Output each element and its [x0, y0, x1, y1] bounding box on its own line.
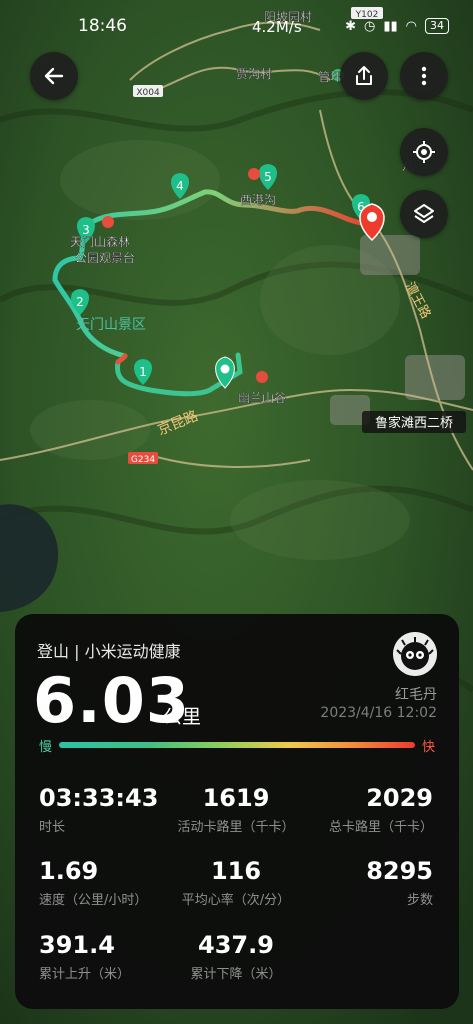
- road-badge-x004: X004: [133, 85, 163, 98]
- stat-ascent: 391.4 累计上升（米）: [39, 931, 131, 982]
- map-label-xigang: 西港沟: [240, 193, 276, 207]
- map-label-guanpo: 管坪: [318, 69, 342, 84]
- svg-text:鲁家滩西二桥: 鲁家滩西二桥: [375, 415, 453, 431]
- status-time: 18:46: [78, 16, 127, 36]
- layers-icon: [414, 204, 434, 223]
- stat-total-calories: 2029 总卡路里（千卡）: [328, 784, 433, 835]
- km-marker-label: 1: [139, 365, 147, 379]
- map-label-youlan: 幽兰山谷: [238, 391, 286, 405]
- arrow-left-icon: [44, 67, 64, 85]
- user-name: 红毛丹: [395, 687, 437, 703]
- workout-title: 登山 | 小米运动健康: [37, 642, 181, 661]
- stat-duration: 03:33:43 时长: [39, 784, 159, 835]
- battery-icon: 34: [425, 18, 449, 34]
- map-layers-button[interactable]: [400, 190, 448, 238]
- map-label-lujiatan: 鲁家滩西二桥: [362, 411, 466, 433]
- locate-button[interactable]: [400, 128, 448, 176]
- more-vertical-icon: [421, 66, 427, 86]
- stat-steps: 8295 步数: [366, 857, 433, 908]
- km-marker-label: 5: [264, 170, 272, 184]
- bluetooth-icon: ✱: [345, 18, 356, 34]
- avatar-image: [393, 632, 437, 676]
- km-marker-label: 2: [76, 295, 84, 309]
- distance-unit: 公里: [163, 706, 202, 728]
- km-marker-label: 4: [176, 179, 184, 193]
- stat-speed: 1.69 速度（公里/小时）: [39, 857, 148, 908]
- back-button[interactable]: [30, 52, 78, 100]
- location-target-icon: [413, 141, 435, 163]
- network-speed: 4.2M/s: [252, 18, 302, 36]
- speed-fast-label: 快: [421, 740, 435, 755]
- map-label-forest-1: 天门山森林: [70, 234, 130, 249]
- svg-text:X004: X004: [136, 88, 160, 98]
- status-icons: ✱ ◷ ▮▮ ◠ 34: [345, 18, 449, 34]
- map-label-jiagou: 贾沟村: [236, 67, 272, 81]
- signal-icon: ▮▮: [383, 18, 398, 34]
- wifi-icon: ◠: [405, 18, 417, 34]
- map-label-tianmen-area: 天门山景区: [76, 317, 146, 333]
- stat-active-calories: 1619 活动卡路里（千卡）: [177, 784, 295, 835]
- workout-summary-card: 登山 | 小米运动健康 6.03 公里 红毛丹 2023/4/16 12:02 …: [15, 614, 459, 1009]
- share-icon: [356, 66, 372, 85]
- road-badge-g234: G234: [128, 452, 158, 465]
- more-options-button[interactable]: [400, 52, 448, 100]
- alarm-icon: ◷: [364, 18, 376, 34]
- stat-heart-rate: 116 平均心率（次/分）: [181, 857, 291, 908]
- speed-gradient-bar: [59, 742, 415, 748]
- svg-text:G234: G234: [131, 455, 155, 465]
- map-label-forest-2: 公园观景台: [75, 250, 135, 265]
- status-bar: 18:46 4.2M/s ✱ ◷ ▮▮ ◠ 34: [0, 0, 473, 50]
- workout-datetime: 2023/4/16 12:02: [320, 705, 437, 721]
- speed-slow-label: 慢: [39, 740, 53, 755]
- avatar[interactable]: [393, 632, 437, 676]
- share-button[interactable]: [340, 52, 388, 100]
- stat-descent: 437.9 累计下降（米）: [190, 931, 282, 982]
